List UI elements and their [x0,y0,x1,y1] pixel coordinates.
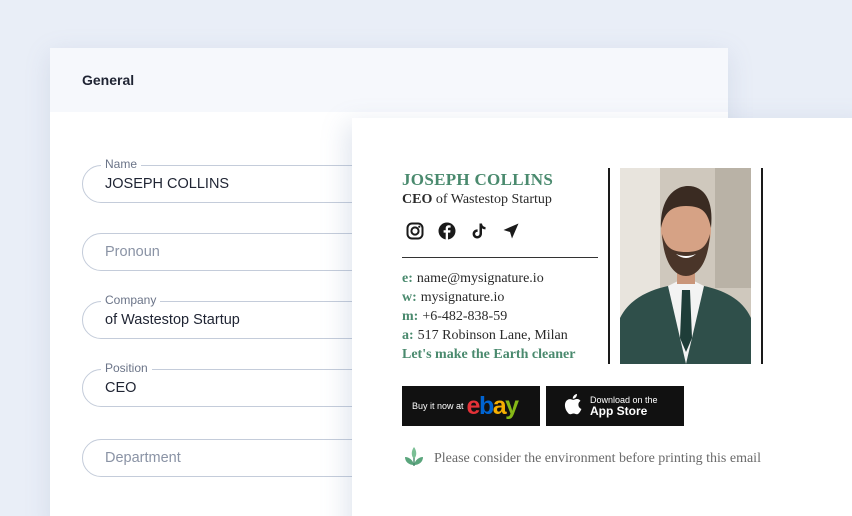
eco-leaf-icon [402,445,426,472]
profile-photo [620,168,751,364]
position-field-value: CEO [105,380,137,396]
ebay-prefix: Buy it now at [412,401,464,411]
contact-address: a: 517 Robinson Lane, Milan [402,328,568,343]
apple-icon [562,392,582,421]
signature-position: CEO [402,192,433,207]
name-field-label: Name [101,157,142,171]
signature-preview: JOSEPH COLLINS CEO of Wastestop Startup … [352,118,852,516]
ebay-logo: ebay [466,391,520,420]
signature-company: of Wastestop Startup [435,192,552,207]
tiktok-icon[interactable] [470,222,488,240]
photo-right-divider [761,168,763,364]
photo-left-divider [608,168,610,364]
facebook-icon[interactable] [438,222,456,240]
signature-role: CEO of Wastestop Startup [402,192,552,208]
eco-note-text: Please consider the environment before p… [434,450,761,466]
contact-list: e: name@mysignature.io w: mysignature.io m… [402,269,575,364]
form-title: General [82,72,135,88]
company-field-label: Company [101,293,161,307]
social-icons [406,222,520,240]
signature-name: JOSEPH COLLINS [402,170,554,189]
eco-note: Please consider the environment before p… [402,445,761,472]
signature-divider [402,257,598,258]
department-field-placeholder: Department [105,450,181,466]
location-arrow-icon[interactable] [502,222,520,240]
app-store-label: Download on the App Store [590,395,658,418]
name-field-value: JOSEPH COLLINS [105,176,230,192]
contact-mobile[interactable]: m: +6-482-838-59 [402,307,575,326]
contact-email[interactable]: e: name@mysignature.io [402,269,575,288]
app-store-button[interactable]: Download on the App Store [546,386,684,426]
form-header: General [50,48,728,112]
signature-slogan: Let's make the Earth cleaner [402,347,576,362]
company-field-value: of Wastestop Startup [105,312,240,328]
contact-website[interactable]: w: mysignature.io [402,288,575,307]
position-field-label: Position [101,361,152,375]
instagram-icon[interactable] [406,222,424,240]
pronoun-field-placeholder: Pronoun [105,244,160,260]
ebay-button[interactable]: Buy it now at ebay [402,386,540,426]
